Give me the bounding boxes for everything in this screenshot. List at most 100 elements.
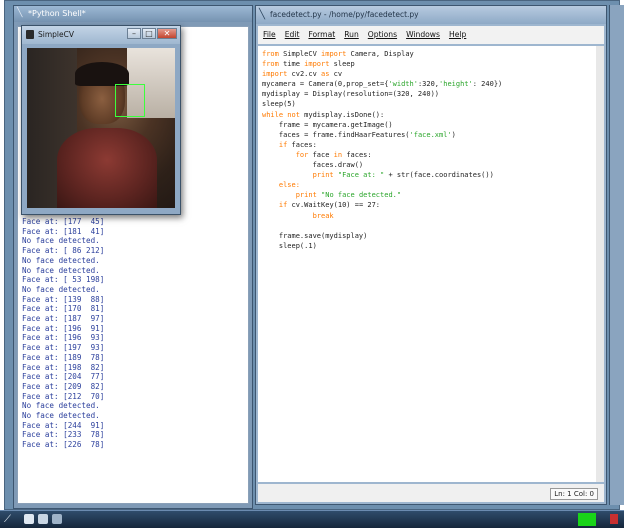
code-token: import — [262, 70, 288, 79]
code-token: from — [262, 60, 279, 69]
background-window-edge[interactable] — [609, 5, 624, 505]
code-token: cv — [329, 70, 343, 79]
python-file-icon: ╲ — [259, 9, 266, 20]
shell-output-line: Face at: [189 78] — [22, 352, 105, 362]
menu-file[interactable]: File — [263, 26, 276, 44]
code-token: faces = frame.findHaarFeatures( — [262, 130, 410, 139]
code-token: "No face detected." — [321, 191, 402, 200]
close-icon[interactable]: ✕ — [157, 28, 177, 39]
python-shell-title: *Python Shell* — [28, 9, 86, 18]
code-line: mycamera = Camera(0,prop_set={'width':32… — [262, 79, 596, 89]
code-token: frame = mycamera.getImage() — [262, 120, 393, 129]
taskbar-app-icon[interactable] — [52, 514, 62, 524]
camera-view — [27, 48, 175, 208]
face-detection-box — [115, 84, 145, 117]
start-icon[interactable]: ⟋ — [4, 513, 18, 526]
code-token: mydisplay.isDone(): — [299, 110, 385, 119]
shell-output-line: Face at: [170 81] — [22, 304, 105, 314]
shell-output-line: Face at: [187 97] — [22, 314, 105, 324]
taskbar: ⟋ — [0, 510, 624, 528]
code-line: print "Face at: " + str(face.coordinates… — [262, 170, 596, 180]
shell-output-line: Face at: [197 93] — [22, 343, 105, 353]
shell-output-line: Face at: [233 78] — [22, 430, 105, 440]
python-shell-titlebar[interactable]: ╲ *Python Shell* — [14, 6, 252, 22]
minimize-icon[interactable]: – — [127, 28, 141, 39]
code-line: else: — [262, 180, 596, 190]
code-token: else: — [278, 181, 300, 190]
code-token: faces.draw() — [262, 161, 364, 170]
shell-output-line: No face detected. — [22, 255, 100, 265]
shell-output-line: Face at: [181 41] — [22, 226, 105, 236]
shell-output-line: Face at: [139 88] — [22, 294, 105, 304]
code-line: sleep(5) — [262, 99, 596, 109]
code-token: sleep(.1) — [262, 241, 317, 250]
shell-output-line: Face at: [244 91] — [22, 420, 105, 430]
taskbar-app-icon[interactable] — [38, 514, 48, 524]
shell-output-line: Face at: [212 70] — [22, 391, 105, 401]
simplecv-titlebar[interactable]: SimpleCV – □ ✕ — [22, 26, 180, 44]
menu-edit[interactable]: Edit — [285, 26, 300, 44]
shell-output-line: Face at: [198 82] — [22, 362, 105, 372]
simplecv-window: SimpleCV – □ ✕ — [21, 25, 181, 215]
menu-options[interactable]: Options — [368, 26, 397, 44]
shell-output-line: No face detected. — [22, 411, 100, 421]
code-token: frame.save(mydisplay) — [262, 231, 368, 240]
code-token: mycamera = Camera(0,prop_set={ — [262, 80, 389, 89]
code-line: mydisplay = Display(resolution=(320, 240… — [262, 89, 596, 99]
camera-person-body — [57, 128, 157, 208]
code-line: frame.save(mydisplay) — [262, 231, 596, 241]
taskbar-app-icon[interactable] — [24, 514, 34, 524]
shell-output-line: Face at: [196 91] — [22, 323, 105, 333]
shell-output-line: Face at: [204 77] — [22, 372, 105, 382]
code-token: + str(face.coordinates()) — [384, 171, 494, 180]
code-token: face — [308, 150, 334, 159]
code-line: from time import sleep — [262, 59, 596, 69]
shell-output-line: Face at: [ 53 198] — [22, 275, 105, 285]
shell-output-line: Face at: [226 78] — [22, 440, 105, 450]
editor-scrollbar[interactable] — [596, 46, 604, 482]
code-token: 'height' — [439, 80, 473, 89]
shell-output-line: No face detected. — [22, 284, 100, 294]
maximize-icon[interactable]: □ — [142, 28, 156, 39]
code-line: break — [262, 211, 596, 221]
code-token: sleep(5) — [262, 100, 296, 109]
python-shell-output: Face at: [177 45] Face at: [181 41] No fac… — [22, 217, 104, 450]
code-line: sleep(.1) — [262, 241, 596, 251]
code-token: Camera, Display — [346, 50, 414, 58]
code-token: :320, — [417, 80, 440, 89]
shell-output-line: Face at: [196 93] — [22, 333, 105, 343]
code-line: if cv.WaitKey(10) == 27: — [262, 200, 596, 210]
shell-output-line: No face detected. — [22, 265, 100, 275]
code-token: "Face at: " — [337, 171, 385, 180]
tray-status-indicator[interactable] — [578, 513, 596, 526]
simplecv-title: SimpleCV — [38, 30, 74, 39]
editor-titlebar[interactable]: ╲ facedetect.py - /home/py/facedetect.py — [256, 6, 606, 24]
code-line: faces.draw() — [262, 160, 596, 170]
code-token: SimpleCV — [278, 50, 322, 58]
menu-format[interactable]: Format — [308, 26, 335, 44]
code-token: mydisplay = Display(resolution=(320, 240… — [262, 90, 440, 99]
menu-help[interactable]: Help — [449, 26, 466, 44]
code-line: frame = mycamera.getImage() — [262, 120, 596, 130]
code-line: faces = frame.findHaarFeatures('face.xml… — [262, 130, 596, 140]
code-token: import — [321, 50, 347, 58]
code-line: for face in faces: — [262, 150, 596, 160]
shell-output-line: Face at: [ 86 212] — [22, 246, 105, 256]
menu-windows[interactable]: Windows — [406, 26, 440, 44]
code-token: time — [278, 60, 305, 69]
code-line: from SimpleCV import Camera, Display — [262, 49, 596, 59]
code-editor[interactable]: from SimpleCV import Camera, Display from… — [258, 46, 596, 482]
code-token: while not — [262, 110, 300, 119]
editor-menubar: File Edit Format Run Options Windows Hel… — [258, 26, 604, 44]
tray-flag-icon[interactable] — [610, 514, 618, 524]
desktop-frame: ╲ *Python Shell* Face at: [177 45] Face a… — [4, 0, 624, 510]
editor-window: ╲ facedetect.py - /home/py/facedetect.py… — [255, 5, 607, 505]
code-token: 'width' — [388, 80, 418, 89]
menu-run[interactable]: Run — [344, 26, 359, 44]
editor-statusbar: Ln: 1 Col: 0 — [258, 484, 604, 502]
